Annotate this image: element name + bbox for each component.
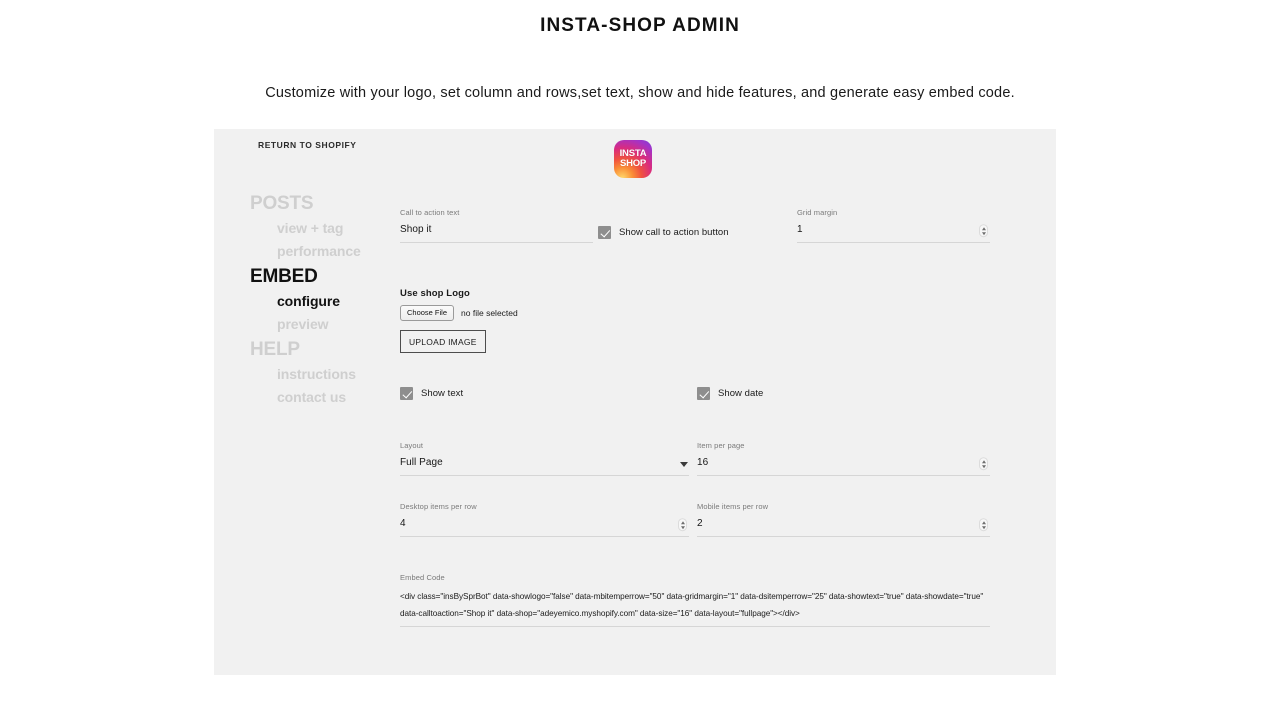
stepper-up-icon[interactable]	[982, 521, 986, 524]
embed-code-box[interactable]: <div class="insBySprBot" data-showlogo="…	[400, 588, 990, 627]
stepper-up-icon[interactable]	[982, 460, 986, 463]
layout-label: Layout	[400, 442, 689, 450]
embed-code-value[interactable]: <div class="insBySprBot" data-showlogo="…	[400, 588, 990, 622]
show-cta-button-row[interactable]: Show call to action button	[598, 226, 729, 239]
return-to-shopify-link[interactable]: RETURN TO SHOPIFY	[258, 140, 356, 150]
show-date-row[interactable]: Show date	[697, 387, 763, 400]
mobile-items-per-row-label: Mobile items per row	[697, 503, 990, 511]
stepper-up-icon[interactable]	[681, 521, 685, 524]
show-date-checkbox[interactable]	[697, 387, 710, 400]
mobile-items-per-row-field: Mobile items per row 2	[697, 503, 990, 537]
layout-field: Layout Full Page	[400, 442, 689, 476]
grid-margin-field: Grid margin 1	[797, 209, 990, 243]
show-text-row[interactable]: Show text	[400, 387, 463, 400]
sidebar-group-embed[interactable]: EMBED	[250, 267, 440, 286]
stepper-down-icon[interactable]	[982, 526, 986, 529]
page-title: INSTA-SHOP ADMIN	[0, 15, 1280, 37]
grid-margin-stepper[interactable]	[979, 224, 988, 237]
mobile-items-per-row-stepper[interactable]	[979, 518, 988, 531]
sidebar-item-instructions[interactable]: instructions	[250, 367, 440, 381]
call-to-action-label: Call to action text	[400, 209, 593, 217]
stepper-up-icon[interactable]	[982, 227, 986, 230]
show-date-label: Show date	[718, 388, 763, 399]
show-text-label: Show text	[421, 388, 463, 399]
layout-value[interactable]: Full Page	[400, 456, 689, 469]
stepper-down-icon[interactable]	[982, 232, 986, 235]
chevron-down-icon[interactable]	[680, 462, 688, 467]
screen-root: INSTA-SHOP ADMIN Customize with your log…	[0, 0, 1280, 720]
call-to-action-input-line[interactable]: Shop it	[400, 223, 593, 243]
desktop-items-per-row-input-line[interactable]: 4	[400, 517, 689, 537]
item-per-page-label: Item per page	[697, 442, 990, 450]
file-status-text: no file selected	[461, 308, 518, 318]
embed-code-label: Embed Code	[400, 574, 990, 582]
insta-shop-logo: INSTA SHOP	[614, 140, 652, 178]
admin-app-panel: RETURN TO SHOPIFY INSTA SHOP POSTS view …	[214, 129, 1056, 675]
mobile-items-per-row-input-line[interactable]: 2	[697, 517, 990, 537]
desktop-items-per-row-label: Desktop items per row	[400, 503, 689, 511]
desktop-items-per-row-field: Desktop items per row 4	[400, 503, 689, 537]
item-per-page-stepper[interactable]	[979, 457, 988, 470]
grid-margin-value[interactable]: 1	[797, 223, 990, 236]
show-cta-button-checkbox[interactable]	[598, 226, 611, 239]
call-to-action-field: Call to action text Shop it	[400, 209, 593, 243]
desktop-items-per-row-value[interactable]: 4	[400, 517, 689, 530]
item-per-page-field: Item per page 16	[697, 442, 990, 476]
logo-line-2: SHOP	[620, 159, 646, 169]
mobile-items-per-row-value[interactable]: 2	[697, 517, 990, 530]
logo-text: INSTA SHOP	[614, 140, 652, 178]
choose-file-button[interactable]: Choose File	[400, 305, 454, 321]
item-per-page-value[interactable]: 16	[697, 456, 990, 469]
show-cta-button-label: Show call to action button	[619, 227, 729, 238]
call-to-action-value[interactable]: Shop it	[400, 223, 593, 236]
stepper-down-icon[interactable]	[681, 526, 685, 529]
grid-margin-input-line[interactable]: 1	[797, 223, 990, 243]
show-text-checkbox[interactable]	[400, 387, 413, 400]
sidebar-item-performance[interactable]: performance	[250, 244, 440, 258]
layout-select-line[interactable]: Full Page	[400, 456, 689, 476]
embed-code-field: Embed Code <div class="insBySprBot" data…	[400, 574, 990, 627]
file-chooser-row[interactable]: Choose File no file selected	[400, 305, 650, 321]
upload-image-button[interactable]: UPLOAD IMAGE	[400, 330, 486, 353]
shop-logo-field: Use shop Logo Choose File no file select…	[400, 289, 650, 353]
desktop-items-per-row-stepper[interactable]	[678, 518, 687, 531]
shop-logo-label: Use shop Logo	[400, 289, 650, 299]
item-per-page-input-line[interactable]: 16	[697, 456, 990, 476]
grid-margin-label: Grid margin	[797, 209, 990, 217]
page-subtitle: Customize with your logo, set column and…	[0, 85, 1280, 101]
stepper-down-icon[interactable]	[982, 465, 986, 468]
